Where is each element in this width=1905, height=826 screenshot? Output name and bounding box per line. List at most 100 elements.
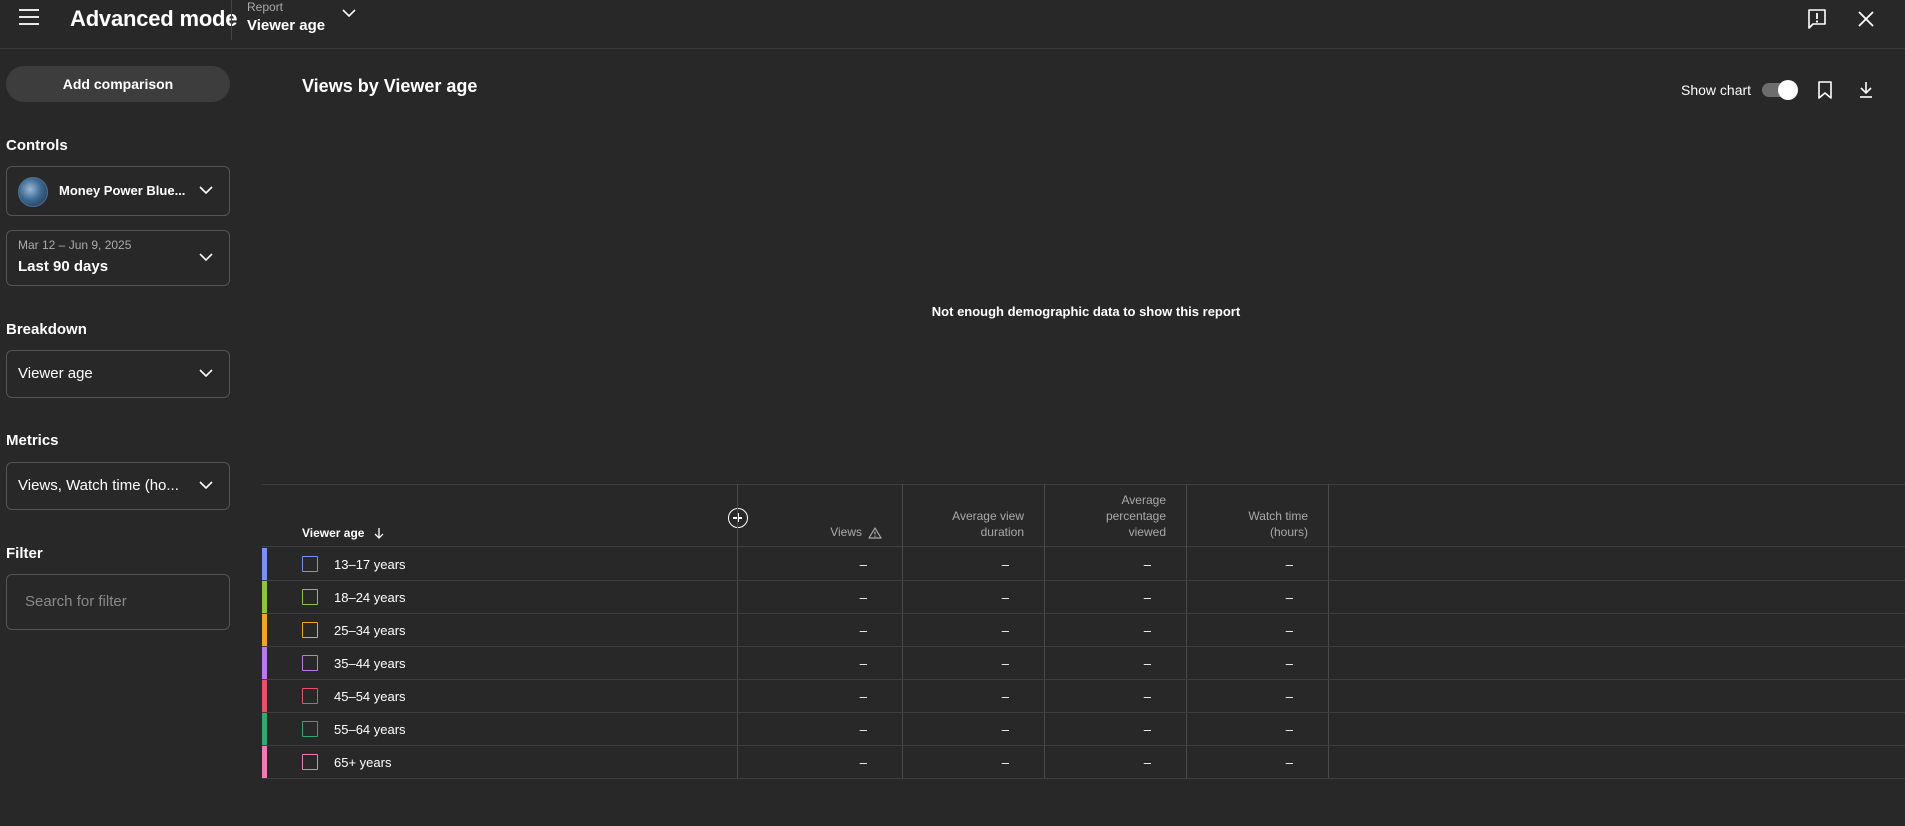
breakdown-selector[interactable]: Viewer age	[6, 350, 230, 398]
row-color-indicator	[262, 746, 267, 778]
table-cell: –	[859, 623, 867, 638]
date-range-selector[interactable]: Mar 12 – Jun 9, 2025 Last 90 days	[6, 230, 230, 286]
table-cell: –	[859, 656, 867, 671]
channel-avatar	[18, 177, 48, 207]
toggle-knob	[1778, 80, 1798, 100]
table-cell: –	[1001, 557, 1009, 572]
table-cell: –	[859, 755, 867, 770]
date-range: Mar 12 – Jun 9, 2025	[18, 238, 132, 252]
row-label: 25–34 years	[334, 623, 406, 638]
column-header-label: percentage	[1105, 509, 1166, 523]
table-cell: –	[1285, 557, 1293, 572]
table-cell: –	[1143, 689, 1151, 704]
column-header-views[interactable]: Views	[738, 484, 902, 547]
table-cell: –	[1285, 623, 1293, 638]
row-checkbox[interactable]	[302, 589, 318, 605]
row-label: 65+ years	[334, 755, 392, 770]
metrics-title: Metrics	[6, 432, 59, 449]
close-icon[interactable]	[1855, 8, 1877, 30]
column-header-label: viewed	[1128, 525, 1166, 539]
column-header-watch-time[interactable]: Watch time (hours)	[1187, 484, 1328, 547]
row-label: 55–64 years	[334, 722, 406, 737]
row-label: 13–17 years	[334, 557, 406, 572]
table-row[interactable]: 45–54 years – – – –	[262, 680, 1905, 713]
table-cell: –	[1001, 623, 1009, 638]
channel-name: Money Power Blue...	[59, 183, 186, 198]
add-comparison-button[interactable]: Add comparison	[6, 66, 230, 102]
table-row[interactable]: 13–17 years – – – –	[262, 548, 1905, 581]
breakdown-title: Breakdown	[6, 321, 87, 338]
table-cell: –	[1285, 656, 1293, 671]
table-cell: –	[859, 689, 867, 704]
column-header-avg-percentage-viewed[interactable]: Average percentage viewed	[1045, 484, 1186, 547]
metrics-value: Views, Watch time (ho...	[18, 477, 179, 494]
column-header-avg-view-duration[interactable]: Average view duration	[903, 484, 1044, 547]
hamburger-menu-icon[interactable]	[19, 9, 39, 25]
breakdown-value: Viewer age	[18, 365, 93, 382]
table-cell: –	[859, 557, 867, 572]
sort-column-header[interactable]: Viewer age	[302, 526, 384, 540]
top-bar: Advanced mode Report Viewer age	[0, 0, 1905, 49]
table-row[interactable]: 35–44 years – – – –	[262, 647, 1905, 680]
table-row[interactable]: 55–64 years – – – –	[262, 713, 1905, 746]
row-checkbox[interactable]	[302, 622, 318, 638]
column-header-label: Average	[1121, 493, 1166, 507]
table-cell: –	[1143, 755, 1151, 770]
row-checkbox[interactable]	[302, 556, 318, 572]
filter-title: Filter	[6, 545, 43, 562]
feedback-icon[interactable]	[1806, 8, 1828, 30]
chevron-down-icon	[199, 481, 213, 490]
table-cell: –	[1285, 755, 1293, 770]
table-cell: –	[1143, 590, 1151, 605]
show-chart-toggle[interactable]	[1762, 80, 1798, 100]
row-color-indicator	[262, 647, 267, 679]
report-picker[interactable]: Report Viewer age	[247, 0, 367, 40]
table-row[interactable]: 65+ years – – – –	[262, 746, 1905, 779]
metrics-selector[interactable]: Views, Watch time (ho...	[6, 462, 230, 510]
download-icon[interactable]	[1857, 80, 1875, 100]
table-cell: –	[1285, 590, 1293, 605]
table-cell: –	[859, 590, 867, 605]
table-cell: –	[1285, 722, 1293, 737]
chevron-down-icon	[199, 186, 213, 195]
column-header-label: Views	[830, 525, 862, 539]
filter-search-input[interactable]	[25, 593, 215, 610]
channel-selector[interactable]: Money Power Blue...	[6, 166, 230, 216]
column-header-label: Average view	[952, 509, 1024, 523]
column-header-label: Viewer age	[302, 526, 365, 540]
table-cell: –	[1143, 623, 1151, 638]
row-color-indicator	[262, 581, 267, 613]
date-preset: Last 90 days	[18, 258, 109, 275]
table-cell: –	[1001, 689, 1009, 704]
filter-search[interactable]	[6, 574, 230, 630]
show-chart-label: Show chart	[1681, 82, 1752, 98]
column-header-label: (hours)	[1269, 525, 1308, 539]
chevron-down-icon	[342, 9, 356, 18]
table-cell: –	[1001, 755, 1009, 770]
table-row[interactable]: 25–34 years – – – –	[262, 614, 1905, 647]
report-value: Viewer age	[247, 17, 326, 34]
row-checkbox[interactable]	[302, 655, 318, 671]
chevron-down-icon	[199, 253, 213, 262]
report-title: Views by Viewer age	[302, 76, 478, 96]
table-header: Viewer age Views Average view duration A	[262, 484, 1905, 547]
table-cell: –	[1001, 722, 1009, 737]
row-checkbox[interactable]	[302, 754, 318, 770]
column-header-label: duration	[980, 525, 1024, 539]
table-cell: –	[1001, 656, 1009, 671]
table-cell: –	[1143, 722, 1151, 737]
divider	[231, 0, 232, 40]
app-title: Advanced mode	[70, 6, 238, 31]
bookmark-icon[interactable]	[1816, 80, 1834, 100]
arrow-down-icon	[374, 528, 384, 539]
chevron-down-icon	[199, 369, 213, 378]
row-checkbox[interactable]	[302, 688, 318, 704]
row-checkbox[interactable]	[302, 721, 318, 737]
table-cell: –	[1001, 590, 1009, 605]
row-color-indicator	[262, 548, 267, 580]
warning-icon	[868, 527, 882, 539]
table-row[interactable]: 18–24 years – – – –	[262, 581, 1905, 614]
table-cell: –	[859, 722, 867, 737]
table-cell: –	[1143, 557, 1151, 572]
data-table: Viewer age Views Average view duration A	[262, 484, 1905, 779]
